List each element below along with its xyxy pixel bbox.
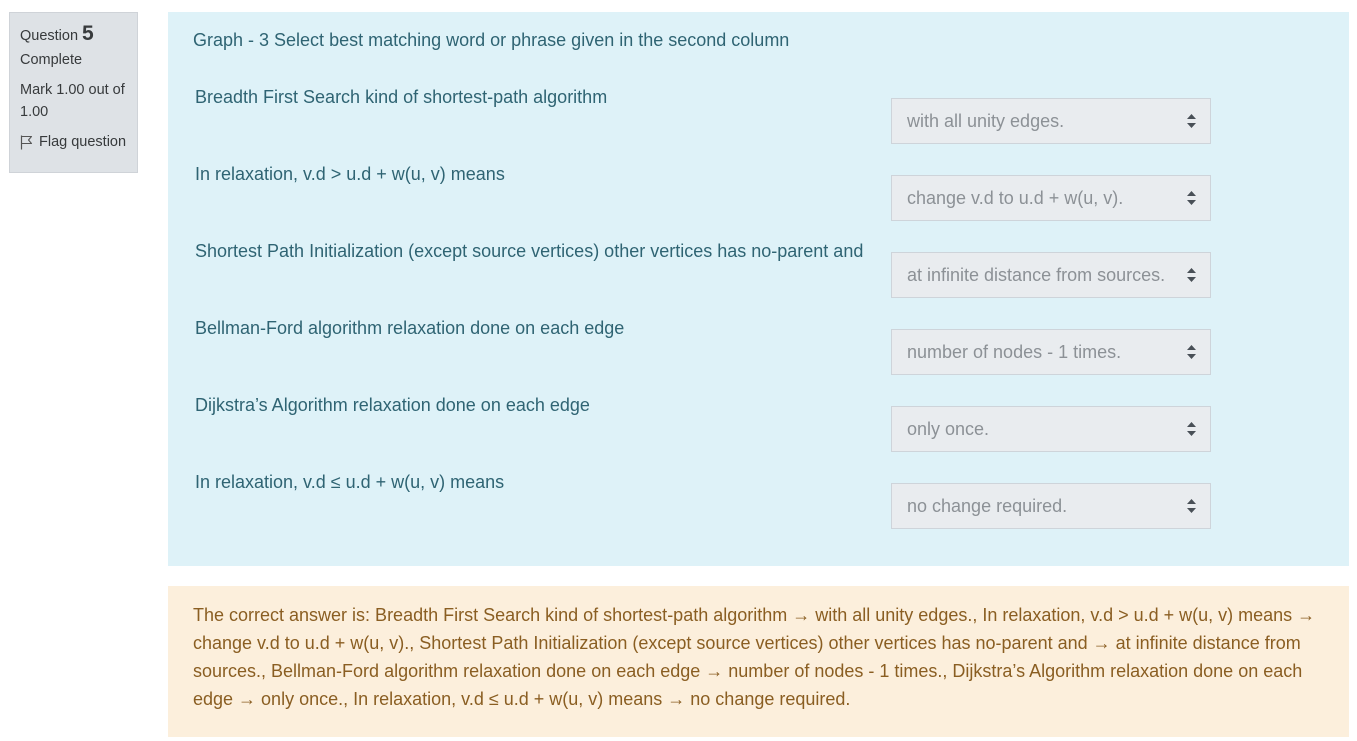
match-row-label: Breadth First Search kind of shortest-pa… — [195, 87, 608, 107]
sort-arrows-icon — [1187, 191, 1196, 205]
select-value: at infinite distance from sources. — [907, 265, 1166, 285]
match-answer-select[interactable]: only once. — [891, 406, 1211, 452]
match-answer-select[interactable]: no change required. — [891, 483, 1211, 529]
match-row-label: Bellman-Ford algorithm relaxation done o… — [195, 318, 625, 338]
sort-arrows-icon — [1187, 268, 1196, 282]
question-text: Graph - 3 Select best matching word or p… — [193, 30, 790, 50]
flag-question-label: Flag question — [39, 134, 127, 150]
flag-question-link[interactable]: Flag question — [20, 134, 127, 150]
question-formulation: Graph - 3 Select best matching word or p… — [168, 12, 1349, 566]
right-answer-text: The correct answer is: Breadth First Sea… — [193, 605, 1316, 709]
sort-arrows-icon — [1187, 345, 1196, 359]
match-answer-select[interactable]: change v.d to u.d + w(u, v). — [891, 175, 1211, 221]
match-row-label: In relaxation, v.d > u.d + w(u, v) means — [195, 164, 505, 184]
match-row-label: Dijkstra’s Algorithm relaxation done on … — [195, 395, 590, 415]
question-number-line: Question 5 — [20, 22, 127, 50]
match-answer-select[interactable]: with all unity edges. — [891, 98, 1211, 144]
match-answer-select[interactable]: at infinite distance from sources. — [891, 252, 1211, 298]
question-state: Complete — [20, 52, 83, 68]
flag-icon — [20, 135, 33, 150]
select-value: only once. — [907, 419, 990, 439]
select-value: number of nodes - 1 times. — [907, 342, 1122, 362]
question-grade: Mark 1.00 out of 1.00 — [20, 82, 125, 120]
question-number: 5 — [82, 22, 94, 45]
select-value: with all unity edges. — [907, 111, 1065, 131]
sort-arrows-icon — [1187, 499, 1196, 513]
question-feedback: The correct answer is: Breadth First Sea… — [168, 586, 1349, 737]
sort-arrows-icon — [1187, 114, 1196, 128]
match-row-label: In relaxation, v.d ≤ u.d + w(u, v) means — [195, 472, 505, 492]
question-label: Question — [20, 28, 79, 44]
select-value: no change required. — [907, 496, 1068, 516]
question-info: Question 5 Complete Mark 1.00 out of 1.0… — [9, 12, 138, 173]
match-answer-select[interactable]: number of nodes - 1 times. — [891, 329, 1211, 375]
select-value: change v.d to u.d + w(u, v). — [907, 188, 1124, 208]
match-row-label: Shortest Path Initialization (except sou… — [195, 241, 864, 261]
sort-arrows-icon — [1187, 422, 1196, 436]
